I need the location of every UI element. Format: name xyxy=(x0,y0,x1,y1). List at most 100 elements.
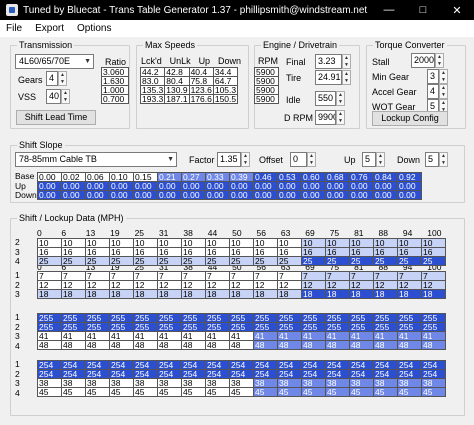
down-spinner[interactable]: ▲ ▼ xyxy=(439,152,448,167)
shift-cell[interactable]: 254 xyxy=(205,360,230,370)
shift-cell[interactable]: 41 xyxy=(325,331,350,341)
slope-cell[interactable]: 0.15 xyxy=(133,172,158,182)
slope-cell[interactable]: 0.00 xyxy=(301,181,326,191)
shift-cell[interactable]: 38 xyxy=(133,378,158,388)
slope-cell[interactable]: 0.00 xyxy=(373,190,398,200)
shift-cell[interactable]: 25 xyxy=(229,256,254,266)
shift-cell[interactable]: 10 xyxy=(277,238,302,248)
shift-cell[interactable]: 255 xyxy=(133,322,158,332)
shift-cell[interactable]: 16 xyxy=(325,247,350,257)
slope-cell[interactable]: 0.00 xyxy=(37,190,62,200)
shift-cell[interactable]: 16 xyxy=(421,247,446,257)
shift-slope-grid[interactable]: 0.00 0.02 0.06 0.10 0.15 0.21 0.27 0.33 0.39 0.46… xyxy=(37,172,422,200)
shift-cell[interactable]: 255 xyxy=(37,322,62,332)
shift-cell[interactable]: 255 xyxy=(229,322,254,332)
up-spinner[interactable]: ▲ ▼ xyxy=(376,152,385,167)
slope-cell[interactable]: 0.00 xyxy=(349,190,374,200)
shift-cell[interactable]: 7 xyxy=(229,271,254,281)
slope-cell[interactable]: 0.00 xyxy=(349,181,374,191)
shift-cell[interactable]: 10 xyxy=(133,238,158,248)
slope-cell[interactable]: 0.00 xyxy=(133,190,158,200)
up-field[interactable]: 5 xyxy=(362,152,376,167)
shift-cell[interactable]: 254 xyxy=(133,360,158,370)
max-speed-cell[interactable]: 83.0 xyxy=(139,76,166,86)
shift-cell[interactable]: 255 xyxy=(85,322,110,332)
rpm-cell[interactable]: 5900 xyxy=(254,94,279,104)
slope-cell[interactable]: 0.00 xyxy=(85,181,110,191)
shift-cell[interactable]: 38 xyxy=(421,378,446,388)
shift-cell[interactable]: 16 xyxy=(181,247,206,257)
max-speed-cell[interactable]: 42.8 xyxy=(164,67,190,77)
shift-cell[interactable]: 10 xyxy=(157,238,182,248)
shift-cell[interactable]: 255 xyxy=(325,322,350,332)
shift-cell[interactable]: 45 xyxy=(109,387,134,397)
shift-cell[interactable]: 254 xyxy=(157,369,182,379)
max-speed-cell[interactable]: 75.8 xyxy=(188,76,214,86)
slope-cell[interactable]: 0.00 xyxy=(181,190,206,200)
min-gear-field[interactable]: 3 xyxy=(427,69,439,84)
slope-cell[interactable]: 0.00 xyxy=(373,181,398,191)
shift-cell[interactable]: 25 xyxy=(277,256,302,266)
shift-cell[interactable]: 38 xyxy=(109,378,134,388)
shift-table[interactable]: 255 255 255 255 255 255 255 255 255 255 255 255 255 2… xyxy=(37,313,446,350)
shift-cell[interactable]: 16 xyxy=(133,247,158,257)
shift-cell[interactable]: 41 xyxy=(181,331,206,341)
shift-cell[interactable]: 38 xyxy=(277,378,302,388)
shift-cell[interactable]: 255 xyxy=(109,322,134,332)
final-spinner[interactable]: ▲ ▼ xyxy=(342,54,351,69)
factor-spinner[interactable]: ▲ ▼ xyxy=(241,152,250,167)
shift-cell[interactable]: 38 xyxy=(229,378,254,388)
lockup-config-button[interactable]: Lockup Config xyxy=(372,111,448,126)
shift-cell[interactable]: 45 xyxy=(421,387,446,397)
shift-cell[interactable]: 10 xyxy=(181,238,206,248)
slope-cell[interactable]: 0.02 xyxy=(61,172,86,182)
shift-cell[interactable]: 18 xyxy=(85,289,110,299)
slope-cell[interactable]: 0.00 xyxy=(205,190,230,200)
shift-cell[interactable]: 18 xyxy=(349,289,374,299)
shift-cell[interactable]: 254 xyxy=(421,369,446,379)
shift-cell[interactable]: 41 xyxy=(373,331,398,341)
shift-cell[interactable]: 10 xyxy=(373,238,398,248)
shift-cell[interactable]: 254 xyxy=(349,360,374,370)
shift-cell[interactable]: 25 xyxy=(85,256,110,266)
shift-cell[interactable]: 25 xyxy=(373,256,398,266)
tire-field[interactable]: 24.91 xyxy=(315,70,342,85)
slope-cell[interactable]: 0.27 xyxy=(181,172,206,182)
shift-cell[interactable]: 7 xyxy=(253,271,278,281)
shift-table[interactable]: 10 10 10 10 10 10 10 10 10 10 10 10 10 10 10 10 10 16 16 16… xyxy=(37,238,446,266)
shift-cell[interactable]: 10 xyxy=(349,238,374,248)
shift-cell[interactable]: 18 xyxy=(373,289,398,299)
shift-cell[interactable]: 25 xyxy=(397,256,422,266)
shift-cell[interactable]: 254 xyxy=(349,369,374,379)
shift-cell[interactable]: 254 xyxy=(61,360,86,370)
shift-cell[interactable]: 254 xyxy=(229,360,254,370)
shift-cell[interactable]: 7 xyxy=(133,271,158,281)
shift-cell[interactable]: 25 xyxy=(133,256,158,266)
shift-cell[interactable]: 16 xyxy=(301,247,326,257)
shift-cell[interactable]: 10 xyxy=(421,238,446,248)
max-speed-cell[interactable]: 193.3 xyxy=(139,94,166,104)
stall-spinner[interactable]: ▲ ▼ xyxy=(435,53,444,68)
shift-cell[interactable]: 41 xyxy=(253,331,278,341)
offset-spinner[interactable]: ▲ ▼ xyxy=(307,152,316,167)
shift-cell[interactable]: 7 xyxy=(181,271,206,281)
shift-cell[interactable]: 12 xyxy=(181,280,206,290)
shift-cell[interactable]: 255 xyxy=(157,313,182,323)
shift-cell[interactable]: 41 xyxy=(229,331,254,341)
shift-cell[interactable]: 38 xyxy=(157,378,182,388)
stall-field[interactable]: 2000 xyxy=(411,53,435,68)
shift-cell[interactable]: 7 xyxy=(301,271,326,281)
shift-cell[interactable]: 18 xyxy=(61,289,86,299)
shift-cell[interactable]: 255 xyxy=(397,322,422,332)
tire-spinner[interactable]: ▲ ▼ xyxy=(342,70,351,85)
idle-spinner[interactable]: ▲ ▼ xyxy=(336,91,345,106)
shift-cell[interactable]: 254 xyxy=(325,360,350,370)
slope-cell[interactable]: 0.39 xyxy=(229,172,254,182)
d-rpm-field[interactable]: 9900 xyxy=(315,110,336,125)
shift-cell[interactable]: 12 xyxy=(421,280,446,290)
slope-cell[interactable]: 0.00 xyxy=(37,172,62,182)
max-speed-cell[interactable]: 150.5 xyxy=(212,94,239,104)
menu-options[interactable]: Options xyxy=(71,23,118,34)
shift-cell[interactable]: 16 xyxy=(157,247,182,257)
shift-cell[interactable]: 255 xyxy=(277,313,302,323)
